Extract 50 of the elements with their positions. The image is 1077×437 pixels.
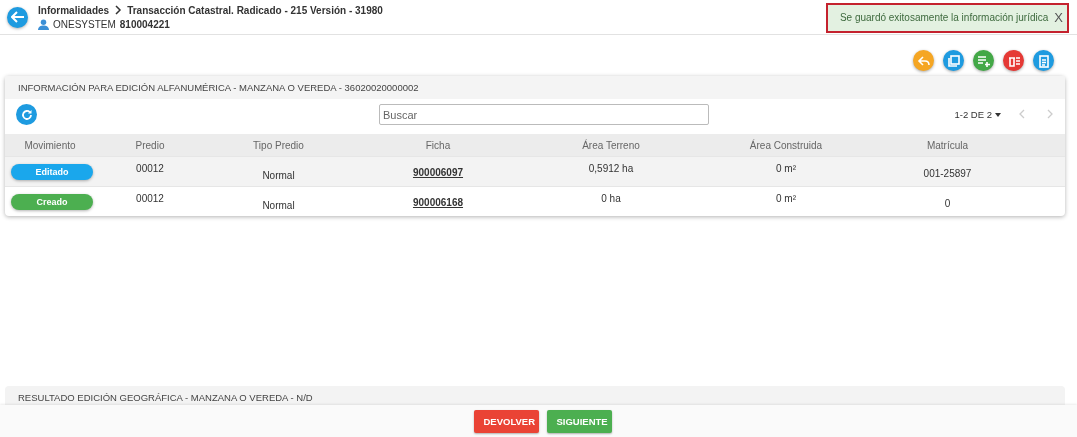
breadcrumb-item: Transacción Catastral. Radicado - 215 Versión - 31980 [127,4,383,16]
column-header: Movimiento [23,139,77,151]
user-id: 810004221 [119,18,170,30]
column-header: Ficha [424,139,452,151]
breadcrumb-item[interactable]: Informalidades [38,4,110,16]
clipboard-icon [1036,53,1051,68]
table-cell: 0 m² [776,162,796,174]
table-cell: 00012 [136,192,164,204]
column-header: Área Construida [748,139,824,151]
copy-icon [946,53,961,68]
caret-icon [995,112,1001,117]
table-cell: 00012 [136,162,164,174]
ficha-link[interactable]: 900006168 [412,197,464,208]
chevron-right-icon [114,5,123,15]
refresh-button[interactable] [16,104,37,125]
movement-badge: Creado [11,193,93,210]
search-field[interactable]: Buscar [379,104,709,125]
reply-icon [916,53,931,68]
back-arrow-icon [10,11,25,23]
panel-title: RESULTADO EDICIÓN GEOGRÁFICA - MANZANA O VEREDA - N/D [18,392,313,403]
user-icon [38,18,49,30]
delete-list-button[interactable] [1003,50,1024,71]
ficha-link[interactable]: 900006097 [412,167,464,178]
table-cell: 0,5912 ha [588,162,634,174]
table-cell: 0 m² [776,192,796,204]
table-cell: 001-25897 [923,167,972,179]
clipboard-button[interactable] [1033,50,1054,71]
column-header: Matrícula [925,139,970,151]
chevron-right-icon [1047,109,1053,119]
table-cell: Normal [262,169,295,181]
panel-title: INFORMACIÓN PARA EDICIÓN ALFANUMÉRICA - MANZANA O VEREDA - 36020020000002 [5,76,1065,99]
movement-badge: Editado [11,163,93,180]
toast-message: Se guardó exitosamente la información jurídica [839,12,1049,23]
reply-button[interactable] [913,50,934,71]
back-button[interactable] [7,6,28,28]
table-cell: Normal [262,199,295,211]
chevron-left-icon [1019,109,1025,119]
table-cell: 0 [944,197,951,209]
column-header: Tipo Predio [252,139,305,151]
add-list-icon [976,53,991,68]
column-header: Predio [134,139,166,151]
add-list-button[interactable] [973,50,994,71]
refresh-icon [20,108,33,121]
close-button[interactable]: X [1052,10,1065,25]
pagination-dropdown[interactable]: 1-2 DE 2 [954,109,1001,120]
column-header: Área Terreno [581,139,641,151]
return-button[interactable]: DEVOLVER [473,409,539,433]
table-cell: 0 ha [601,192,621,204]
copy-button[interactable] [943,50,964,71]
user-label: ONESYSTEM [53,18,116,30]
